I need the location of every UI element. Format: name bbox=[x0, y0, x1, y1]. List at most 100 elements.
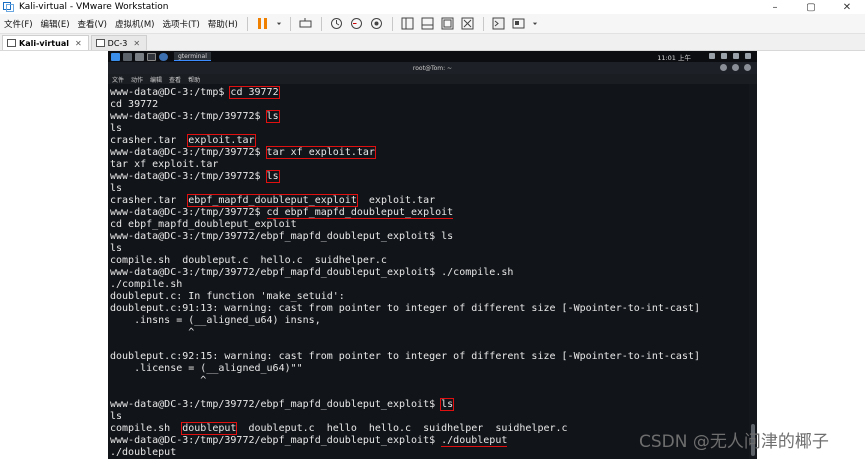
maximize-button[interactable]: ▢ bbox=[793, 0, 829, 14]
terminal-text: www-data@DC-3:/tmp/39772$ bbox=[110, 147, 267, 158]
snapshot-icon[interactable] bbox=[329, 16, 345, 32]
power-icon[interactable] bbox=[745, 53, 751, 59]
tab-dc-3[interactable]: DC-3 ✕ bbox=[90, 35, 148, 50]
terminal-menu-file[interactable]: 文件 bbox=[112, 75, 124, 84]
terminal-text: www-data@DC-3:/tmp/39772$ bbox=[110, 111, 267, 122]
snapshot-manager-icon[interactable] bbox=[369, 16, 385, 32]
minimize-button[interactable] bbox=[720, 64, 727, 71]
guest-display[interactable]: gterminal 11:01 上午 root@Tom: ~ 文件 动作 编辑 … bbox=[108, 51, 757, 459]
terminal-text: www-data@DC-3:/tmp/39772/ebpf_mapfd_doub… bbox=[110, 435, 442, 446]
toolbar-separator bbox=[482, 16, 484, 31]
maximize-button[interactable] bbox=[732, 64, 739, 71]
toolbar-separator bbox=[320, 16, 322, 31]
fullscreen-icon[interactable] bbox=[460, 16, 476, 32]
terminal-line: .license = (__aligned_u64)"" bbox=[110, 363, 303, 375]
terminal-line: www-data@DC-3:/tmp/39772$ cd ebpf_mapfd_… bbox=[110, 207, 454, 219]
terminal-line: ./compile.sh bbox=[110, 279, 182, 291]
toolbar-separator bbox=[246, 16, 248, 31]
window-controls: – ▢ ✕ bbox=[757, 0, 865, 14]
terminal-line: www-data@DC-3:/tmp/39772/ebpf_mapfd_doub… bbox=[110, 267, 513, 279]
terminal-text: www-data@DC-3:/tmp/39772/ebpf_mapfd_doub… bbox=[110, 231, 454, 242]
taskbar-terminal[interactable]: gterminal bbox=[174, 52, 211, 61]
console-view-icon[interactable] bbox=[491, 16, 507, 32]
minimize-button[interactable]: – bbox=[757, 0, 793, 14]
terminal-line: crasher.tar exploit.tar bbox=[110, 134, 256, 147]
close-icon[interactable]: ✕ bbox=[75, 39, 82, 48]
terminal-text: .insns = (__aligned_u64) insns, bbox=[110, 315, 321, 326]
system-tray bbox=[709, 53, 751, 59]
menu-help[interactable]: 帮助(H) bbox=[204, 18, 242, 30]
terminal-scrollbar[interactable] bbox=[749, 84, 757, 459]
volume-icon[interactable] bbox=[721, 53, 727, 59]
tab-label: DC-3 bbox=[107, 38, 128, 48]
terminal-line: www-data@DC-3:/tmp/39772$ tar xf exploit… bbox=[110, 146, 376, 159]
terminal-line: cd 39772 bbox=[110, 99, 158, 111]
revert-snapshot-icon[interactable] bbox=[349, 16, 365, 32]
csdn-watermark: CSDN @无人问津的椰子 bbox=[639, 432, 829, 452]
close-button[interactable] bbox=[744, 64, 751, 71]
close-icon[interactable]: ✕ bbox=[133, 39, 140, 48]
highlighted-command: cd 39772 bbox=[229, 86, 280, 99]
terminal-line: www-data@DC-3:/tmp/39772$ ls bbox=[110, 170, 280, 183]
send-keys-icon[interactable] bbox=[298, 16, 314, 32]
terminal-menu-edit[interactable]: 编辑 bbox=[150, 75, 162, 84]
terminal-window-controls bbox=[720, 64, 751, 71]
terminal-output[interactable]: www-data@DC-3:/tmp$ cd 39772 cd 39772 www-… bbox=[108, 84, 749, 459]
menu-view[interactable]: 查看(V) bbox=[74, 18, 111, 30]
terminal-text: ^ bbox=[110, 327, 195, 338]
terminal-menu-actions[interactable]: 动作 bbox=[131, 75, 143, 84]
lock-icon[interactable] bbox=[733, 53, 739, 59]
terminal-text: crasher.tar bbox=[110, 195, 189, 206]
menu-vm[interactable]: 虚拟机(M) bbox=[111, 18, 158, 30]
chevron-down-icon[interactable] bbox=[531, 16, 539, 32]
file-manager-icon[interactable] bbox=[135, 52, 144, 61]
terminal-line: www-data@DC-3:/tmp/39772/ebpf_mapfd_doub… bbox=[110, 231, 453, 243]
terminal-line: ls bbox=[110, 411, 122, 423]
panel-clock: 11:01 上午 bbox=[657, 54, 691, 62]
terminal-menu-help[interactable]: 帮助 bbox=[188, 75, 200, 84]
terminal-line: ls bbox=[110, 243, 122, 255]
terminal-text: doubleput.c:92:15: warning: cast from po… bbox=[110, 351, 701, 362]
menu-edit[interactable]: 编辑(E) bbox=[37, 18, 74, 30]
vmware-window: Kali-virtual - VMware Workstation – ▢ ✕ … bbox=[0, 0, 865, 459]
single-window-icon[interactable] bbox=[440, 16, 456, 32]
network-icon[interactable] bbox=[709, 53, 715, 59]
terminal-titlebar: root@Tom: ~ bbox=[108, 62, 757, 74]
menu-tabs[interactable]: 选项卡(T) bbox=[158, 18, 203, 30]
underlined-command: ./doubleput bbox=[441, 435, 508, 447]
terminal-text: .license = (__aligned_u64)"" bbox=[110, 363, 303, 374]
tab-kali-virtual[interactable]: Kali-virtual ✕ bbox=[2, 35, 89, 50]
terminal-text: exploit.tar bbox=[356, 195, 436, 206]
terminal-line: crasher.tar ebpf_mapfd_doubleput_exploit… bbox=[110, 194, 436, 207]
terminal-line: ls bbox=[110, 123, 122, 135]
kali-menu-icon[interactable] bbox=[111, 52, 120, 61]
menu-file[interactable]: 文件(F) bbox=[0, 18, 37, 30]
chevron-down-icon[interactable] bbox=[275, 16, 283, 32]
terminal-text: www-data@DC-3:/tmp/39772$ bbox=[110, 207, 267, 218]
terminal-text: ./compile.sh bbox=[110, 279, 183, 290]
thumbnail-view-icon[interactable] bbox=[420, 16, 436, 32]
highlighted-command: ls bbox=[440, 398, 455, 411]
stretch-guest-icon[interactable] bbox=[511, 16, 527, 32]
terminal-text: ls bbox=[110, 183, 123, 194]
terminal-line: cd ebpf_mapfd_doubleput_exploit bbox=[110, 219, 297, 231]
terminal-line: doubleput.c:92:15: warning: cast from po… bbox=[110, 351, 700, 363]
terminal-line: ^ bbox=[110, 327, 194, 339]
terminal-text: crasher.tar bbox=[110, 135, 189, 146]
terminal-text: ls bbox=[110, 411, 123, 422]
desktop-icon[interactable] bbox=[123, 52, 132, 61]
close-button[interactable]: ✕ bbox=[829, 0, 865, 14]
pause-icon[interactable] bbox=[255, 16, 271, 32]
terminal-text: ^ bbox=[110, 375, 207, 386]
toolbar-separator bbox=[391, 16, 393, 31]
library-view-icon[interactable] bbox=[400, 16, 416, 32]
terminal-launcher-icon[interactable] bbox=[147, 52, 156, 61]
terminal-line: www-data@DC-3:/tmp$ cd 39772 bbox=[110, 86, 280, 99]
browser-icon[interactable] bbox=[159, 52, 168, 61]
terminal-text: ls bbox=[110, 243, 123, 254]
terminal-line: www-data@DC-3:/tmp/39772$ ls bbox=[110, 110, 280, 123]
terminal-text: www-data@DC-3:/tmp/39772/ebpf_mapfd_doub… bbox=[110, 267, 514, 278]
terminal-line: compile.sh doubleput doubleput.c hello h… bbox=[110, 422, 568, 435]
terminal-menu-view[interactable]: 查看 bbox=[169, 75, 181, 84]
highlighted-command: tar xf exploit.tar bbox=[265, 146, 376, 159]
